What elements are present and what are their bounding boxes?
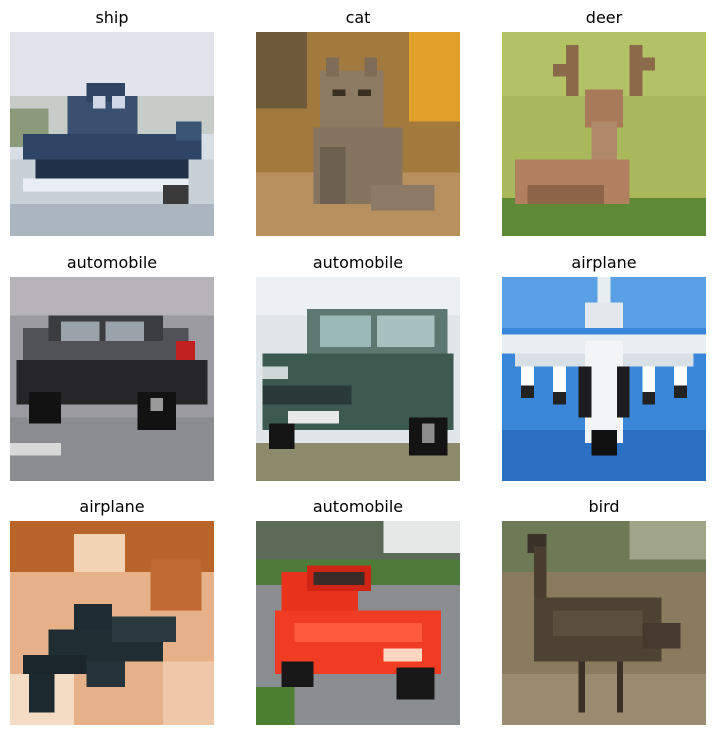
- hatchback-image: [10, 277, 214, 481]
- cat-image: [256, 32, 460, 236]
- panel-title: ship: [95, 8, 129, 27]
- red-car-image: [256, 521, 460, 725]
- panel-title: automobile: [312, 253, 404, 272]
- deer-image: [502, 32, 706, 236]
- emu-image: [502, 521, 706, 725]
- panel-title: deer: [585, 8, 623, 27]
- panel-title: bird: [588, 497, 620, 516]
- ship-image: [10, 32, 214, 236]
- dark-jet-image: [10, 521, 214, 725]
- panel-title: airplane: [79, 497, 145, 516]
- panel-title: automobile: [66, 253, 158, 272]
- minivan-image: [256, 277, 460, 481]
- image-grid: ship cat deer automobile automobile airp…: [0, 0, 716, 735]
- panel-title: automobile: [312, 497, 404, 516]
- panel-title: cat: [345, 8, 371, 27]
- fighter-jet-image: [502, 277, 706, 481]
- panel-title: airplane: [571, 253, 637, 272]
